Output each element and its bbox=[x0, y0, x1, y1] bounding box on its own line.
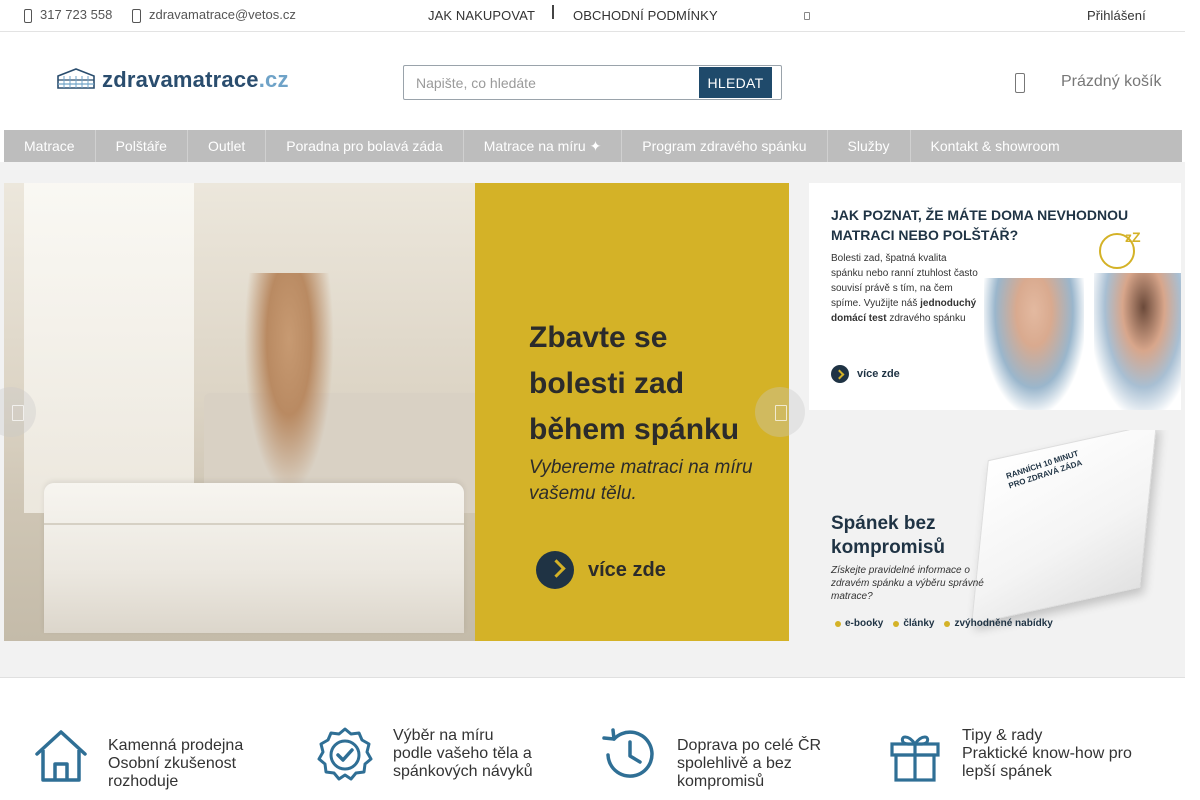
email-address[interactable]: zdravamatrace@vetos.cz bbox=[149, 7, 296, 22]
zzz-label: zZ bbox=[1125, 229, 1141, 245]
feature-store-title: Kamenná prodejna bbox=[108, 737, 244, 754]
mattress-logo-icon bbox=[57, 68, 95, 89]
mail-icon bbox=[131, 8, 141, 23]
logo-tld: .cz bbox=[258, 67, 289, 92]
login-link[interactable]: Přihlášení bbox=[1087, 8, 1146, 23]
feature-tips-desc: Praktické know-how pro lepší spánek bbox=[962, 745, 1132, 780]
nav-item-matrace[interactable]: Matrace bbox=[4, 130, 96, 162]
search-input[interactable] bbox=[404, 66, 699, 99]
banner-ebook[interactable]: RANNÍCH 10 MINUT PRO ZDRAVÁ ZÁDA Spánek … bbox=[809, 430, 1181, 640]
search-form: HLEDAT bbox=[403, 65, 782, 100]
nav-item-poradna[interactable]: Poradna pro bolavá záda bbox=[266, 130, 464, 162]
hero-slider[interactable]: Zbavte se bolesti zad během spánku Vyber… bbox=[4, 183, 789, 641]
hero-cta[interactable]: více zde bbox=[536, 551, 666, 589]
tag-ebooky: e-booky bbox=[835, 618, 883, 629]
banner-test-photo-1 bbox=[984, 278, 1084, 410]
hero-person bbox=[244, 273, 334, 493]
how-to-buy-link[interactable]: JAK NAKUPOVAT bbox=[428, 8, 535, 23]
hero-mattress bbox=[44, 483, 464, 633]
slider-next-button[interactable] bbox=[755, 387, 805, 437]
feature-tips-title: Tipy & rady bbox=[962, 727, 1043, 744]
cart-label[interactable]: Prázdný košík bbox=[1061, 73, 1161, 91]
banner-test-more[interactable]: více zde bbox=[831, 365, 900, 383]
banner-ebook-body: Získejte pravidelné informace o zdravém … bbox=[831, 565, 984, 602]
banner-test-body-2: zdravého spánku bbox=[889, 313, 966, 324]
phone-icon bbox=[22, 8, 32, 23]
nav-item-outlet[interactable]: Outlet bbox=[188, 130, 267, 162]
site-logo[interactable]: zdravamatrace.cz bbox=[54, 66, 289, 94]
feature-delivery-title: Doprava po celé ČR bbox=[677, 737, 822, 754]
banner-test-body: Bolesti zad, špatná kvalita spánku nebo … bbox=[831, 251, 981, 326]
topbar-divider bbox=[552, 5, 554, 19]
logo-text: zdravamatrace.cz bbox=[102, 67, 289, 93]
feature-custom-desc: podle vašeho těla a spánkových návyků bbox=[393, 745, 533, 780]
flag-icon[interactable] bbox=[804, 12, 810, 20]
hero-window-light bbox=[24, 183, 194, 513]
nav-item-program[interactable]: Program zdravého spánku bbox=[622, 130, 828, 162]
phone-contact[interactable]: 317 723 558 bbox=[22, 7, 112, 23]
banner-test[interactable]: JAK POZNAT, ŽE MÁTE DOMA NEVHODNOU MATRA… bbox=[809, 183, 1181, 410]
tag-nabidky: zvýhodněné nabídky bbox=[944, 618, 1052, 629]
main-navigation: Matrace Polštáře Outlet Poradna pro bola… bbox=[4, 130, 1182, 162]
top-bar: 317 723 558 zdravamatrace@vetos.cz JAK N… bbox=[0, 0, 1185, 32]
hero-cta-label: více zde bbox=[588, 558, 666, 581]
banner-test-photo-2 bbox=[1094, 273, 1181, 410]
terms-link[interactable]: OBCHODNÍ PODMÍNKY bbox=[573, 8, 718, 23]
nav-item-sluzby[interactable]: Služby bbox=[828, 130, 911, 162]
house-icon bbox=[35, 730, 87, 782]
nav-item-matrace-na-miru[interactable]: Matrace na míru ✦ bbox=[464, 130, 623, 162]
logo-main: zdravamatrace bbox=[102, 67, 259, 92]
search-button[interactable]: HLEDAT bbox=[699, 67, 772, 98]
email-contact[interactable]: zdravamatrace@vetos.cz bbox=[131, 7, 296, 23]
feature-store-desc: Osobní zkušenost rozhoduje bbox=[108, 755, 237, 790]
arrow-right-icon bbox=[831, 365, 849, 383]
nav-item-kontakt[interactable]: Kontakt & showroom bbox=[911, 130, 1080, 162]
hero-headline: Zbavte se bolesti zad během spánku bbox=[529, 321, 740, 446]
banner-ebook-title: Spánek bez kompromisů bbox=[831, 513, 946, 558]
feature-custom-title: Výběr na míru bbox=[393, 727, 494, 744]
banner-ebook-tags: e-booky články zvýhodněné nabídky bbox=[835, 618, 1053, 629]
hero-subtitle: Vybereme matraci na míru vašemu tělu. bbox=[529, 457, 753, 504]
feature-delivery-desc: spolehlivě a bez kompromisů bbox=[677, 755, 792, 790]
banner-test-more-label: více zde bbox=[857, 368, 900, 380]
nav-item-polstare[interactable]: Polštáře bbox=[96, 130, 188, 162]
cart-icon[interactable] bbox=[1015, 73, 1025, 93]
arrow-right-icon bbox=[536, 551, 574, 589]
phone-number[interactable]: 317 723 558 bbox=[40, 7, 112, 22]
tag-clanky: články bbox=[893, 618, 934, 629]
gift-icon bbox=[890, 735, 940, 782]
clock-history-icon bbox=[602, 728, 654, 778]
badge-check-icon bbox=[317, 727, 373, 781]
